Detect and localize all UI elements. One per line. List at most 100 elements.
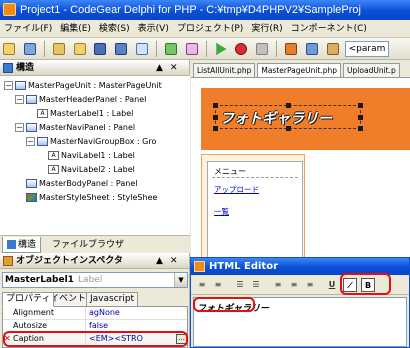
property-value[interactable]: <EM><STRO [89, 333, 173, 345]
inspector-pin-icon[interactable]: ▲ [156, 253, 163, 269]
object-selector[interactable]: MasterLabel1 Label ▼ [2, 272, 188, 288]
tab-properties[interactable]: プロパティ [2, 292, 55, 307]
tab-file-browser[interactable]: ファイルブラウザ [48, 237, 128, 253]
unordered-list-icon[interactable]: ☰ [249, 278, 263, 292]
object-inspector: オブジェクトインスペクタ ▲ ✕ MasterLabel1 Label ▼ プロパ… [0, 253, 190, 348]
resize-handle[interactable] [213, 126, 218, 131]
menu-search[interactable]: 検索(S) [95, 20, 134, 37]
master-navi-panel[interactable]: メニュー アップロード 一覧 [201, 154, 305, 261]
tree-node-label: MasterBodyPanel : Panel [39, 179, 138, 188]
outdent-icon[interactable]: ≡ [211, 278, 225, 292]
html-editor-title-bar[interactable]: HTML Editor [191, 258, 409, 275]
step-over-icon[interactable] [283, 41, 299, 57]
folder-icon[interactable] [72, 41, 88, 57]
resize-handle[interactable] [286, 126, 291, 131]
label-component-icon: A [37, 109, 48, 118]
save-icon[interactable] [92, 41, 108, 57]
tree-node[interactable]: − MasterPageUnit : MasterPageUnit [4, 79, 162, 92]
label-component-icon: A [48, 151, 59, 160]
pause-icon[interactable] [254, 41, 270, 57]
tab-javascript[interactable]: Javascript [86, 292, 139, 307]
nav-link-upload[interactable]: アップロード [214, 184, 259, 195]
menu-edit[interactable]: 編集(E) [56, 20, 95, 37]
view-unit-icon[interactable] [184, 41, 200, 57]
menu-component[interactable]: コンポーネント(C) [287, 20, 371, 37]
window-title-bar[interactable]: Project1 - CodeGear Delphi for PHP - C:¥… [0, 0, 410, 20]
nav-link-list[interactable]: 一覧 [214, 206, 229, 217]
breakpoint-icon[interactable] [233, 41, 249, 57]
property-value[interactable]: agNone [89, 307, 187, 319]
tab-master-page-unit[interactable]: MasterPageUnit.php [257, 63, 342, 77]
design-canvas[interactable]: フォトギャラリー メニュー アップロード 一覧 [201, 88, 410, 261]
align-right-icon[interactable]: ≡ [303, 278, 317, 292]
align-center-icon[interactable]: ≡ [287, 278, 301, 292]
tab-upload-unit[interactable]: UploadUnit.p [343, 63, 400, 77]
tab-structure[interactable]: 構造 [2, 237, 42, 253]
run-icon[interactable] [213, 41, 229, 57]
tree-node-label: MasterNaviGroupBox : Gro [50, 137, 157, 146]
menu-run[interactable]: 実行(R) [247, 20, 286, 37]
tab-list-all-unit[interactable]: ListAllUnit.php [193, 63, 256, 77]
bold-icon[interactable]: B [361, 278, 375, 292]
window-title: Project1 - CodeGear Delphi for PHP - C:¥… [20, 4, 361, 16]
tree-node[interactable]: − MasterHeaderPanel : Panel [15, 93, 146, 106]
indent-icon[interactable]: ≡ [195, 278, 209, 292]
save-all-icon[interactable] [113, 41, 129, 57]
resize-handle[interactable] [213, 115, 218, 120]
property-value[interactable]: false [89, 320, 187, 332]
param-combo[interactable]: <param [344, 41, 390, 57]
new-icon[interactable] [1, 41, 17, 57]
underline-icon[interactable]: U [325, 278, 339, 292]
tree-expander-icon[interactable]: − [4, 81, 13, 90]
add-file-icon[interactable] [134, 41, 150, 57]
label-component-icon: A [48, 165, 59, 174]
property-row[interactable]: Autosize false [3, 320, 187, 333]
tree-node[interactable]: MasterStyleSheet : StyleShee [15, 191, 157, 204]
toolbar-separator [43, 41, 45, 57]
tree-node[interactable]: − MasterNaviGroupBox : Gro [26, 135, 156, 148]
ordered-list-icon[interactable]: ☰ [233, 278, 247, 292]
inspector-title: オブジェクトインスペクタ [16, 256, 123, 266]
tree-node[interactable]: MasterBodyPanel : Panel [15, 177, 137, 190]
resize-handle[interactable] [358, 115, 363, 120]
master-header-panel[interactable]: フォトギャラリー [201, 88, 410, 150]
property-row-caption[interactable]: ✕ Caption <EM><STRO … [3, 333, 187, 346]
html-editor-title: HTML Editor [209, 261, 278, 272]
close-icon[interactable]: ✕ [170, 60, 178, 76]
tree-node[interactable]: A MasterLabel1 : Label [26, 107, 133, 120]
align-left-icon[interactable]: ≡ [271, 278, 285, 292]
toggle-form-icon[interactable] [163, 41, 179, 57]
inspector-close-icon[interactable]: ✕ [170, 253, 178, 269]
html-editor-content[interactable]: フォトギャラリー [193, 297, 407, 347]
master-navi-groupbox[interactable]: メニュー アップロード 一覧 [207, 161, 303, 261]
panel-component-icon [26, 95, 37, 104]
object-type: Label [77, 275, 103, 285]
menu-file[interactable]: ファイル(F) [0, 20, 56, 37]
tree-expander-icon[interactable]: − [26, 137, 35, 146]
resize-handle[interactable] [358, 103, 363, 108]
resize-handle[interactable] [358, 126, 363, 131]
property-row[interactable]: Alignment agNone [3, 307, 187, 320]
menu-project[interactable]: プロジェクト(P) [173, 20, 247, 37]
property-name: Autosize [13, 321, 48, 330]
trace-icon[interactable] [325, 41, 341, 57]
tree-node[interactable]: A NaviLabel2 : Label [37, 163, 135, 176]
tree-node[interactable]: − MasterNaviPanel : Panel [15, 121, 135, 134]
trace-into-icon[interactable] [304, 41, 320, 57]
tree-node[interactable]: A NaviLabel1 : Label [37, 149, 135, 162]
ellipsis-button[interactable]: … [176, 334, 187, 344]
tree-expander-icon[interactable]: − [15, 123, 24, 132]
menu-view[interactable]: 表示(V) [134, 20, 173, 37]
master-label[interactable]: フォトギャラリー [213, 103, 363, 131]
open-icon[interactable] [22, 41, 38, 57]
resize-handle[interactable] [286, 103, 291, 108]
open-project-icon[interactable] [51, 41, 67, 57]
pin-icon[interactable]: ▲ [156, 60, 163, 76]
expand-icon[interactable]: ✕ [4, 333, 11, 345]
resize-handle[interactable] [213, 103, 218, 108]
italic-icon[interactable]: ⁄ [343, 278, 357, 292]
menu-bar: ファイル(F) 編集(E) 検索(S) 表示(V) プロジェクト(P) 実行(R) コンポー… [0, 20, 410, 38]
toolbar-separator [156, 41, 157, 57]
tree-expander-icon[interactable]: − [15, 95, 24, 104]
chevron-down-icon[interactable]: ▼ [174, 273, 187, 287]
